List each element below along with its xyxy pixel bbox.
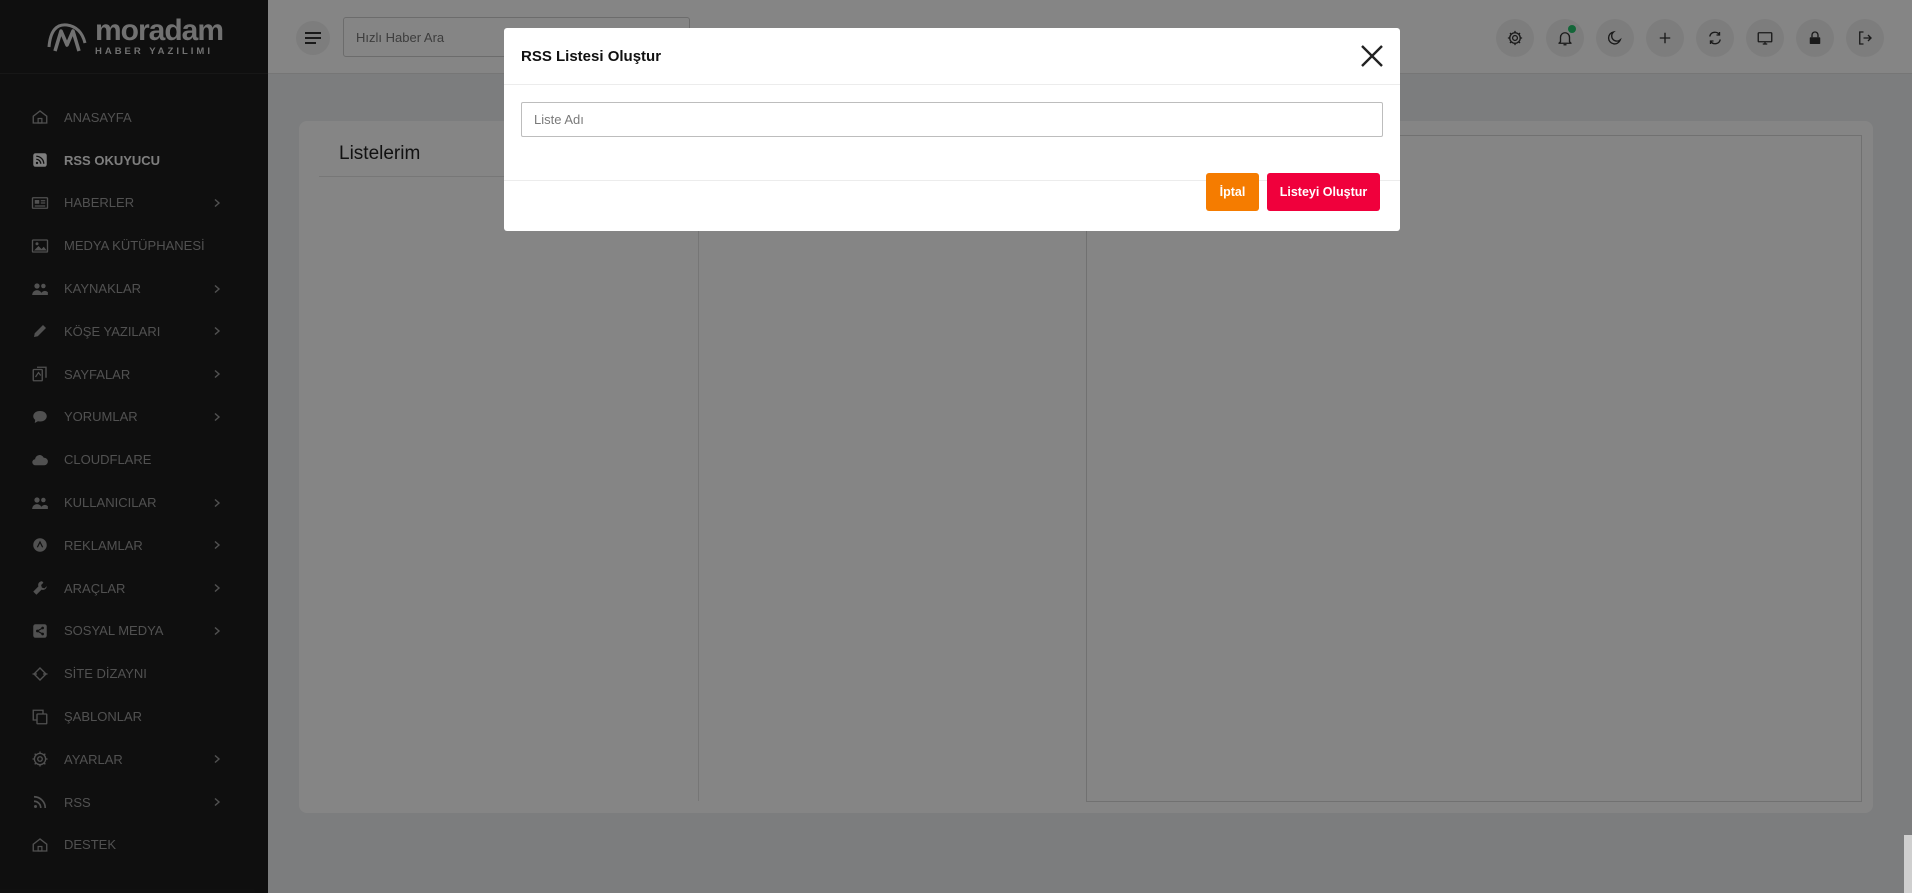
modal-footer: İptal Listeyi Oluştur [504, 173, 1400, 231]
modal-title: RSS Listesi Oluştur [521, 48, 662, 65]
list-name-input[interactable] [521, 102, 1383, 137]
cancel-button[interactable]: İptal [1206, 173, 1259, 211]
modal-body [504, 85, 1400, 181]
create-rss-list-modal: RSS Listesi Oluştur İptal Listeyi Oluştu… [504, 28, 1400, 231]
scrollbar[interactable] [1904, 835, 1912, 893]
close-icon[interactable] [1358, 42, 1386, 70]
create-list-button[interactable]: Listeyi Oluştur [1267, 173, 1380, 211]
modal-header: RSS Listesi Oluştur [504, 28, 1400, 85]
